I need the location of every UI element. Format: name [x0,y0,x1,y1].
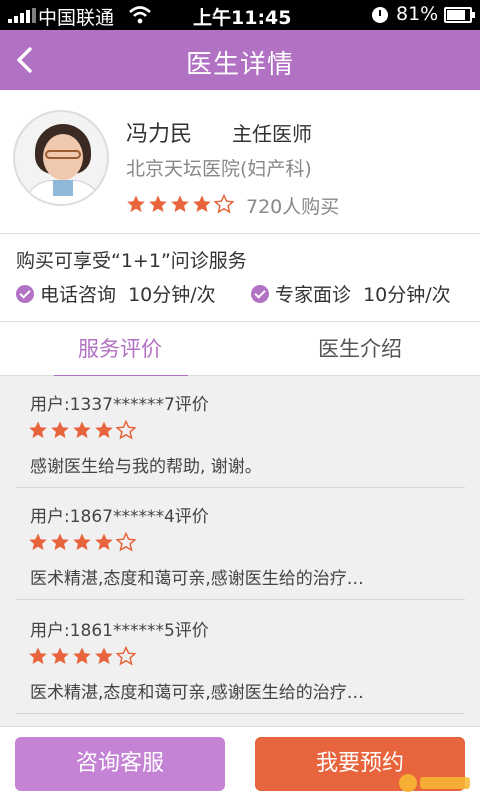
consult-service-button[interactable]: 咨询客服 [15,737,225,791]
doctor-hospital: 北京天坛医院(妇产科) [126,158,312,180]
star-filled-icon [73,421,91,438]
star-filled-icon [29,533,47,550]
check-circle-icon [251,284,269,303]
check-circle-icon [16,284,34,303]
review-text: 感谢医生给与我的帮助, 谢谢。 [30,457,262,477]
service-item-phone: 电话咨询 10分钟/次 [16,280,216,307]
service-item-visit: 专家面诊 10分钟/次 [251,280,451,307]
star-filled-icon [95,533,113,550]
review-item: 用户:1337******7评价 感谢医生给与我的帮助, 谢谢。 [16,376,465,488]
star-empty-icon [116,532,136,552]
review-list[interactable]: 用户:1337******7评价 感谢医生给与我的帮助, 谢谢。 用户:1867… [0,376,480,726]
doctor-title: 主任医师 [232,122,312,146]
service-title: 购买可享受“1+1”问诊服务 [16,250,247,272]
carrier-label: 中国联通 [38,7,115,29]
tab-doctor-intro[interactable]: 医生介绍 [240,322,480,376]
review-rating [28,646,136,666]
review-user: 用户:1867******4评价 [30,507,209,527]
review-item: 用户:1861******5评价 医术精湛,态度和蔼可亲,感谢医生给的治疗… [16,602,465,714]
review-rating [28,532,136,552]
star-filled-icon [95,647,113,664]
status-bar: 中国联通 上午11:45 81% [0,0,480,30]
battery-icon [444,7,475,23]
tab-label: 医生介绍 [318,337,402,361]
service-section: 购买可享受“1+1”问诊服务 电话咨询 10分钟/次 专家面诊 10分钟/次 [0,234,480,322]
review-user: 用户:1337******7评价 [30,395,209,415]
star-filled-icon [73,533,91,550]
star-filled-icon [29,647,47,664]
purchase-count: 720人购买 [246,196,340,218]
bottom-action-bar: 咨询客服 我要预约 [0,726,480,800]
star-filled-icon [51,647,69,664]
doctor-avatar [13,110,109,206]
tab-bar: 服务评价 医生介绍 [0,322,480,377]
star-filled-icon [193,195,211,212]
service-item-label: 电话咨询 10分钟/次 [40,284,216,306]
page-title: 医生详情 [185,50,294,80]
signal-icon [8,8,36,23]
review-text: 医术精湛,态度和蔼可亲,感谢医生给的治疗… [30,683,364,703]
review-user: 用户:1861******5评价 [30,621,209,641]
review-rating [28,420,136,440]
star-filled-icon [73,647,91,664]
star-filled-icon [149,195,167,212]
tab-label: 服务评价 [78,337,162,361]
clock: 上午11:45 [193,7,292,29]
doctor-name: 冯力民 [126,122,193,147]
star-filled-icon [51,533,69,550]
watermark-logo [399,774,470,792]
review-text: 医术精湛,态度和蔼可亲,感谢医生给的治疗… [30,569,364,589]
review-item: 用户:1867******4评价 医术精湛,态度和蔼可亲,感谢医生给的治疗… [16,488,465,600]
battery-percent: 81% [396,3,439,25]
rotation-lock-icon [372,7,388,23]
star-empty-icon [116,420,136,440]
star-filled-icon [51,421,69,438]
star-filled-icon [95,421,113,438]
nav-bar: 医生详情 [0,30,480,90]
star-filled-icon [127,195,145,212]
star-empty-icon [214,194,234,214]
star-filled-icon [29,421,47,438]
doctor-rating [126,194,234,214]
star-empty-icon [116,646,136,666]
wifi-icon [129,6,151,24]
tab-service-reviews[interactable]: 服务评价 [0,322,240,377]
service-item-label: 专家面诊 10分钟/次 [275,284,451,306]
star-filled-icon [171,195,189,212]
